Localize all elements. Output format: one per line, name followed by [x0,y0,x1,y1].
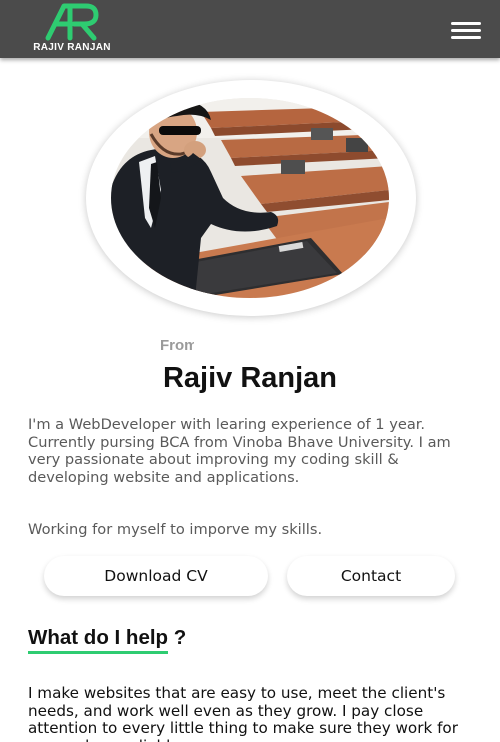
site-logo[interactable]: RAJIV RANJAN [30,2,114,56]
logo-text: RAJIV RANJAN [33,42,111,53]
typing-intro-text: From [160,337,194,354]
help-section-title: What do I help ? [28,626,187,649]
profile-bio: I'm a WebDeveloper with learing experien… [28,416,451,486]
section-title-underline [28,651,168,654]
help-section-text: I make websites that are easy to use, me… [28,684,458,742]
page: RAJIV RANJAN From Rajiv Ranjan I'm a Web… [0,0,500,742]
hamburger-menu-icon[interactable] [451,20,483,40]
profile-name: Rajiv Ranjan [162,362,338,394]
profile-bio-secondary: Working for myself to imporve my skills. [28,521,323,538]
contact-button[interactable]: Contact [287,556,455,596]
download-cv-button[interactable]: Download CV [44,556,268,596]
profile-photo [111,98,389,298]
top-navbar: RAJIV RANJAN [0,0,500,58]
ar-logo-icon [45,3,99,41]
